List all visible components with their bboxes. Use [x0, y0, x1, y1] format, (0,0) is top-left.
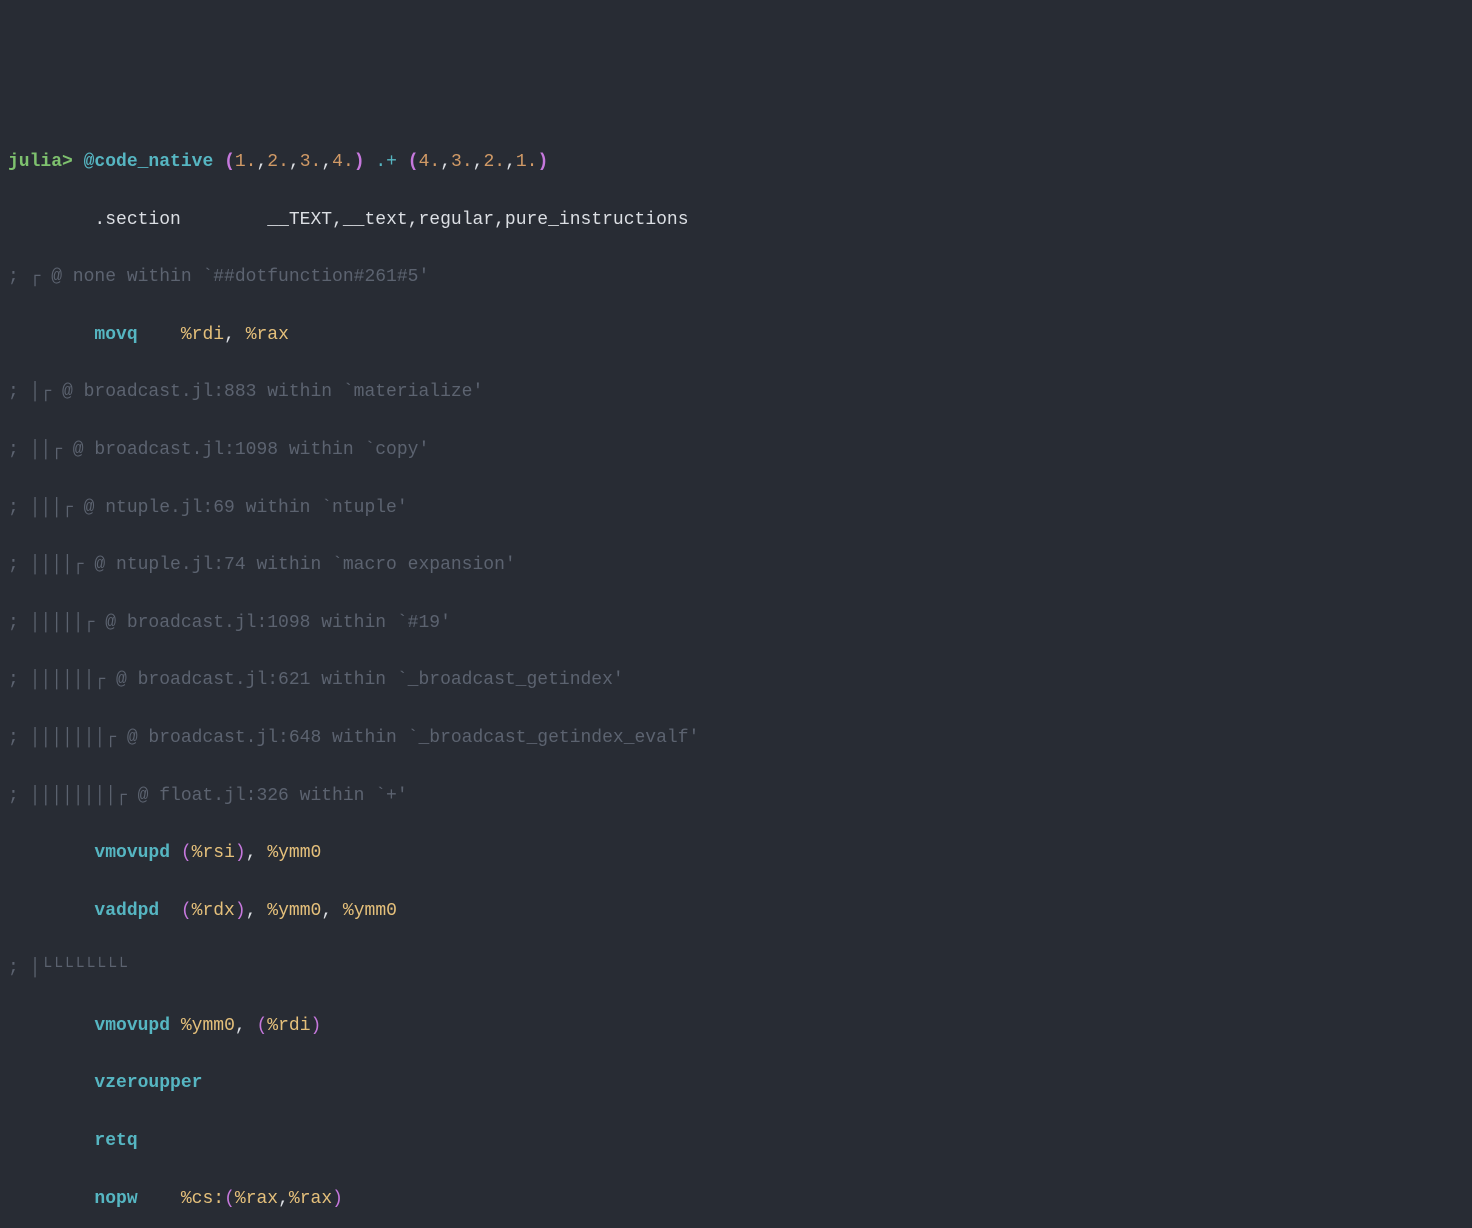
instr-vmovupd: vmovupd [94, 1016, 170, 1036]
asm-line: vzeroupper [8, 1069, 1464, 1098]
asm-line: vmovupd (%rsi), %ymm0 [8, 839, 1464, 868]
asm-line: movq %rdi, %rax [8, 321, 1464, 350]
repl-prompt: julia> [8, 152, 73, 172]
instr-vaddpd: vaddpd [94, 901, 159, 921]
asm-line: vmovupd %ymm0, (%rdi) [8, 1012, 1464, 1041]
asm-comment: ; │││┌ @ ntuple.jl:69 within `ntuple' [8, 494, 1464, 523]
instr-nopw: nopw [94, 1189, 137, 1209]
asm-comment: ; ││││││┌ @ broadcast.jl:621 within `_br… [8, 666, 1464, 695]
section-directive: .section [94, 210, 180, 230]
asm-comment: ; ││││┌ @ ntuple.jl:74 within `macro exp… [8, 551, 1464, 580]
asm-comment: ; │││││┌ @ broadcast.jl:1098 within `#19… [8, 609, 1464, 638]
asm-comment: ; ┌ @ none within `##dotfunction#261#5' [8, 263, 1464, 292]
macro-call: @code_native [84, 152, 214, 172]
instr-retq: retq [94, 1131, 137, 1151]
asm-comment: ; ││┌ @ broadcast.jl:1098 within `copy' [8, 436, 1464, 465]
instr-vzeroupper: vzeroupper [94, 1073, 202, 1093]
instr-movq: movq [94, 325, 137, 345]
asm-comment: ; │└└└└└└└└ [8, 954, 1464, 983]
terminal-output: julia> @code_native (1.,2.,3.,4.) .+ (4.… [8, 119, 1464, 1228]
asm-comment: ; │┌ @ broadcast.jl:883 within `material… [8, 378, 1464, 407]
asm-comment: ; │││││││┌ @ broadcast.jl:648 within `_b… [8, 724, 1464, 753]
asm-line: retq [8, 1127, 1464, 1156]
asm-line: vaddpd (%rdx), %ymm0, %ymm0 [8, 897, 1464, 926]
asm-line: .section __TEXT,__text,regular,pure_inst… [8, 206, 1464, 235]
asm-line: nopw %cs:(%rax,%rax) [8, 1185, 1464, 1214]
instr-vmovupd: vmovupd [94, 843, 170, 863]
asm-comment: ; ││││││││┌ @ float.jl:326 within `+' [8, 782, 1464, 811]
input-line: julia> @code_native (1.,2.,3.,4.) .+ (4.… [8, 148, 1464, 177]
